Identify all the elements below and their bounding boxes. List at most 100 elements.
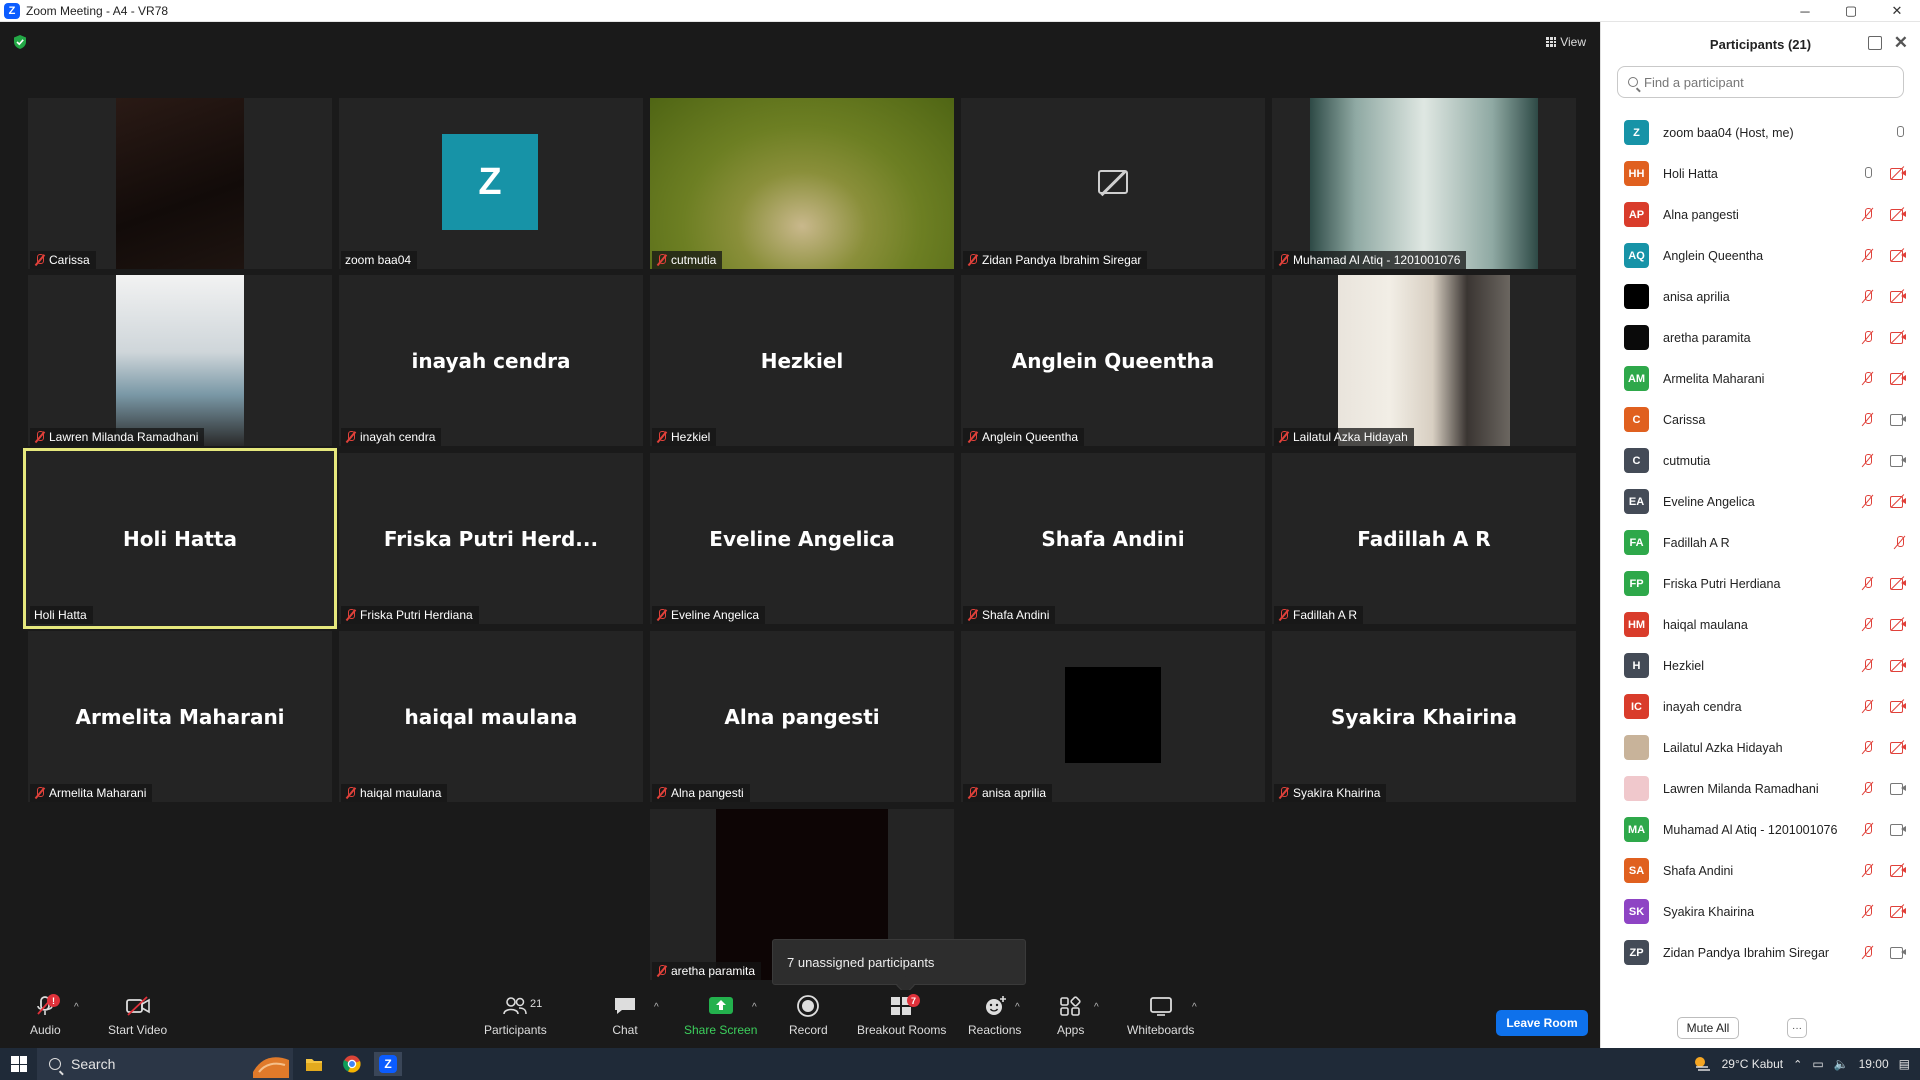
leave-room-button[interactable]: Leave Room [1496,1010,1588,1036]
participant-row[interactable]: Lailatul Azka Hidayah [1601,727,1920,768]
share-screen-button[interactable]: Share Screen [684,994,757,1037]
apps-options-caret[interactable]: ^ [1094,1002,1099,1013]
video-tile-active-speaker[interactable]: Holi Hatta Holi Hatta [23,448,337,629]
chat-options-caret[interactable]: ^ [654,1002,659,1013]
chrome-icon[interactable] [338,1052,366,1076]
mic-muted-icon[interactable] [1861,248,1875,263]
camera-off-icon[interactable] [1890,699,1907,713]
video-tile[interactable]: Alna pangesti Alna pangesti [650,631,954,802]
video-tile[interactable]: Lailatul Azka Hidayah [1272,275,1576,446]
participant-row[interactable]: AQ Anglein Queentha [1601,235,1920,276]
mic-muted-icon[interactable] [1861,658,1875,673]
breakout-rooms-button[interactable]: Breakout Rooms 7 [857,994,946,1037]
pop-out-icon[interactable] [1868,36,1882,50]
video-tile[interactable]: Carissa [28,98,332,269]
find-participant-input[interactable]: Find a participant [1617,66,1904,98]
camera-off-icon[interactable] [1890,494,1907,508]
show-hidden-icons[interactable]: ⌃ [1793,1058,1802,1071]
more-options-button[interactable]: ··· [1787,1018,1807,1038]
close-button[interactable]: ✕ [1874,0,1920,22]
minimize-button[interactable]: ─ [1782,0,1828,22]
camera-icon[interactable] [1890,782,1907,795]
participant-row[interactable]: FP Friska Putri Herdiana [1601,563,1920,604]
mic-muted-icon[interactable] [1861,740,1875,755]
mic-muted-icon[interactable] [1861,904,1875,919]
camera-off-icon[interactable] [1890,576,1907,590]
video-tile[interactable]: Zidan Pandya Ibrahim Siregar [961,98,1265,269]
participant-row[interactable]: aretha paramita [1601,317,1920,358]
notifications-icon[interactable]: ▤ [1899,1057,1910,1071]
video-tile[interactable]: Fadillah A R Fadillah A R [1272,453,1576,624]
camera-off-icon[interactable] [1890,658,1907,672]
mic-muted-icon[interactable] [1861,412,1875,427]
video-tile[interactable]: Lawren Milanda Ramadhani [28,275,332,446]
reactions-button[interactable]: Reactions [968,994,1021,1037]
zoom-taskbar-icon[interactable]: Z [374,1052,402,1076]
participant-row[interactable]: Zzoom baa04 (Host, me) [1601,112,1920,153]
camera-off-icon[interactable] [1890,740,1907,754]
participant-row[interactable]: Lawren Milanda Ramadhani [1601,768,1920,809]
mic-muted-icon[interactable] [1861,576,1875,591]
start-video-button[interactable]: Start Video [108,994,167,1037]
participant-row[interactable]: FA Fadillah A R [1601,522,1920,563]
mic-muted-icon[interactable] [1861,330,1875,345]
participant-row[interactable]: C Carissa [1601,399,1920,440]
participant-row[interactable]: AP Alna pangesti [1601,194,1920,235]
camera-off-icon[interactable] [1890,617,1907,631]
camera-off-icon[interactable] [1890,330,1907,344]
participant-row[interactable]: ZP Zidan Pandya Ibrahim Siregar [1601,932,1920,973]
video-tile[interactable]: haiqal maulana haiqal maulana [339,631,643,802]
camera-off-icon[interactable] [1890,289,1907,303]
windows-start-icon[interactable] [11,1056,27,1072]
video-tile[interactable]: inayah cendra inayah cendra [339,275,643,446]
camera-off-icon[interactable] [1890,207,1907,221]
mic-muted-icon[interactable] [1861,781,1875,796]
microphone-icon[interactable] [1861,166,1875,181]
mic-muted-icon[interactable] [1861,453,1875,468]
camera-icon[interactable] [1890,413,1907,426]
mic-muted-icon[interactable] [1861,371,1875,386]
record-button[interactable]: Record [789,994,828,1037]
taskbar-search[interactable]: Search [37,1048,293,1080]
participant-row[interactable]: HM haiqal maulana [1601,604,1920,645]
participant-row[interactable]: Ccutmutia [1601,440,1920,481]
participant-row[interactable]: H Hezkiel [1601,645,1920,686]
video-tile[interactable]: Syakira Khairina Syakira Khairina [1272,631,1576,802]
whiteboards-button[interactable]: Whiteboards [1127,994,1194,1037]
video-tile[interactable]: cutmutia [650,98,954,269]
close-panel-icon[interactable]: ✕ [1894,33,1908,53]
participant-row[interactable]: anisa aprilia [1601,276,1920,317]
video-tile[interactable]: Eveline Angelica Eveline Angelica [650,453,954,624]
chat-button[interactable]: Chat [612,994,638,1037]
camera-icon[interactable] [1890,454,1907,467]
mic-muted-icon[interactable] [1893,535,1907,550]
camera-off-icon[interactable] [1890,248,1907,262]
participant-row[interactable]: MA Muhamad Al Atiq - 1201001076 [1601,809,1920,850]
video-tile[interactable]: Muhamad Al Atiq - 1201001076 [1272,98,1576,269]
video-tile[interactable]: Hezkiel Hezkiel [650,275,954,446]
video-tile[interactable]: Anglein Queentha Anglein Queentha [961,275,1265,446]
speaker-icon[interactable]: 🔈 [1834,1057,1849,1071]
camera-icon[interactable] [1890,823,1907,836]
mic-muted-icon[interactable] [1861,863,1875,878]
camera-icon[interactable] [1890,946,1907,959]
network-icon[interactable]: ▭ [1812,1057,1823,1071]
maximize-button[interactable]: ▢ [1828,0,1874,22]
mic-muted-icon[interactable] [1861,494,1875,509]
camera-off-icon[interactable] [1890,904,1907,918]
camera-off-icon[interactable] [1890,863,1907,877]
participant-row[interactable]: HH Holi Hatta [1601,153,1920,194]
microphone-icon[interactable] [1893,125,1907,140]
video-tile[interactable]: Z zoom baa04 [339,98,643,269]
participant-row[interactable]: IC inayah cendra [1601,686,1920,727]
file-explorer-icon[interactable] [300,1052,328,1076]
clock[interactable]: 19:00 [1859,1057,1889,1071]
security-shield-icon[interactable] [13,35,27,49]
participant-row[interactable]: EA Eveline Angelica [1601,481,1920,522]
participant-row[interactable]: SK Syakira Khairina [1601,891,1920,932]
mic-muted-icon[interactable] [1861,945,1875,960]
audio-button[interactable]: Audio ! [30,994,61,1037]
video-tile[interactable]: anisa aprilia [961,631,1265,802]
video-tile[interactable]: Friska Putri Herd... Friska Putri Herdia… [339,453,643,624]
participant-row[interactable]: SA Shafa Andini [1601,850,1920,891]
